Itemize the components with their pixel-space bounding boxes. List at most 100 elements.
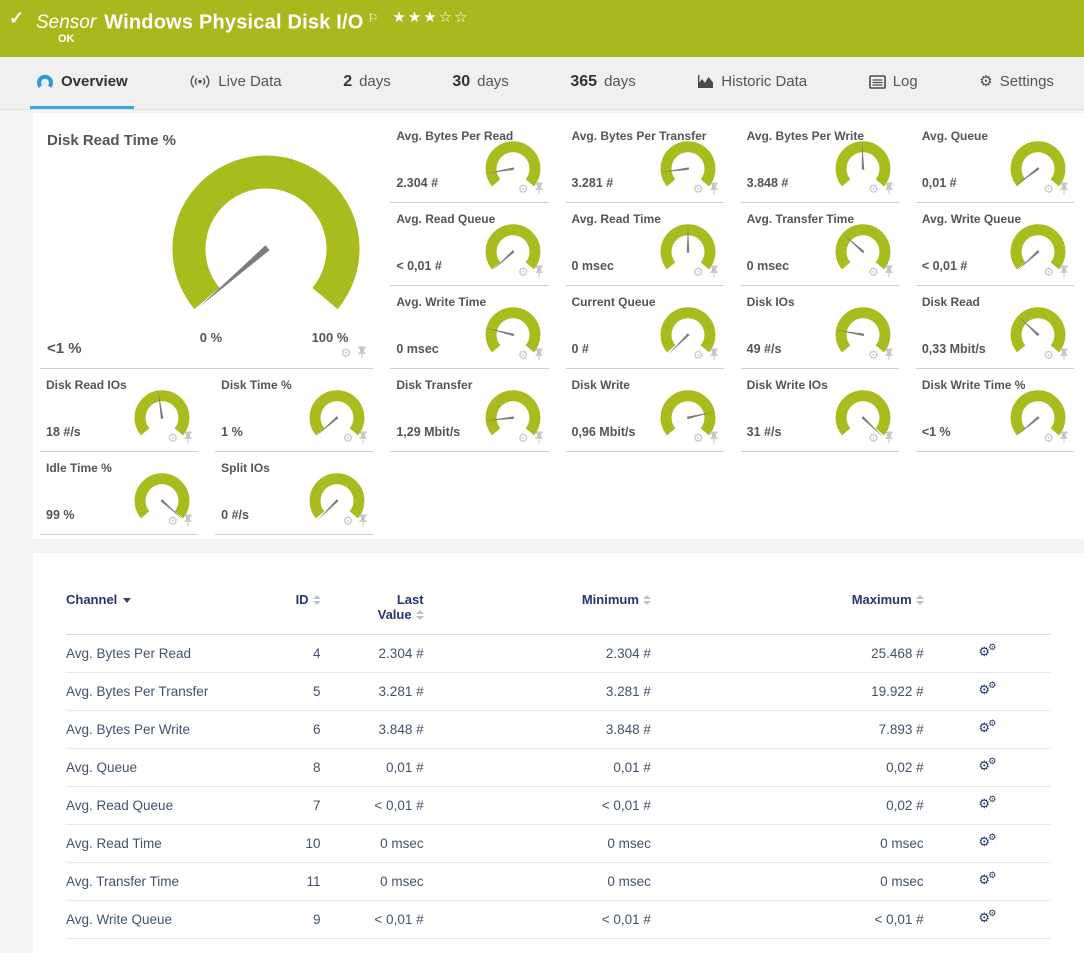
priority-stars[interactable]: ★★★☆☆ (392, 9, 469, 26)
gauge-settings-gear-icon[interactable]: ⚙ (167, 514, 178, 528)
channel-gauge[interactable]: Disk IOs 49 #/s ⚙ (741, 286, 899, 369)
channel-settings-gears-icon[interactable]: ⚙⚙ (978, 910, 996, 926)
gauge-settings-gear-icon[interactable]: ⚙ (1043, 182, 1054, 196)
favorite-flag-icon[interactable]: ⚐ (368, 11, 379, 25)
channel-gauge[interactable]: Disk Read 0,33 Mbit/s ⚙ (916, 286, 1074, 369)
channel-gauge[interactable]: Avg. Read Queue < 0,01 # ⚙ (390, 203, 548, 286)
tab-live-data[interactable]: Live Data (183, 57, 287, 109)
gauge-settings-gear-icon[interactable]: ⚙ (518, 182, 529, 196)
gauge-settings-gear-icon[interactable]: ⚙ (693, 348, 704, 362)
gauge-pin-icon[interactable] (534, 182, 544, 195)
gauge-settings-gear-icon[interactable]: ⚙ (343, 431, 354, 445)
gauge-value: 0,96 Mbit/s (572, 425, 636, 439)
gauge-pin-icon[interactable] (1059, 348, 1069, 361)
channel-settings-gears-icon[interactable]: ⚙⚙ (978, 872, 996, 888)
gauge-settings-gear-icon[interactable]: ⚙ (868, 265, 879, 279)
table-header-row: Channel ID Last Value Minimum Maximum (66, 592, 1051, 635)
column-header-edit (924, 592, 1051, 635)
gauge-pin-icon[interactable] (709, 431, 719, 444)
channel-gauge[interactable]: Idle Time % 99 % ⚙ (40, 452, 198, 535)
gauge-settings-gear-icon[interactable]: ⚙ (518, 265, 529, 279)
channel-settings-gears-icon[interactable]: ⚙⚙ (978, 682, 996, 698)
column-header-value-label: Value (378, 607, 412, 622)
channel-settings-gears-icon[interactable]: ⚙⚙ (978, 644, 996, 660)
gauge-settings-gear-icon[interactable]: ⚙ (693, 431, 704, 445)
gauge-pin-icon[interactable] (357, 346, 367, 359)
column-header-last-value[interactable]: Last Value (321, 592, 424, 635)
gauge-pin-icon[interactable] (1059, 431, 1069, 444)
gauge-settings-gear-icon[interactable]: ⚙ (868, 348, 879, 362)
tab-365-days[interactable]: 365 days (564, 57, 641, 109)
gauge-pin-icon[interactable] (884, 348, 894, 361)
gauge-pin-icon[interactable] (884, 182, 894, 195)
cell-channel: Avg. Bytes Per Read (66, 635, 258, 673)
gauge-pin-icon[interactable] (884, 431, 894, 444)
gauge-pin-icon[interactable] (709, 348, 719, 361)
column-header-minimum[interactable]: Minimum (424, 592, 651, 635)
gauge-pin-icon[interactable] (534, 431, 544, 444)
gauge-pin-icon[interactable] (183, 431, 193, 444)
channel-gauge[interactable]: Disk Transfer 1,29 Mbit/s ⚙ (390, 369, 548, 452)
channel-gauge[interactable]: Avg. Bytes Per Write 3.848 # ⚙ (741, 120, 899, 203)
gauge-settings-gear-icon[interactable]: ⚙ (167, 431, 178, 445)
gauge-settings-gear-icon[interactable]: ⚙ (868, 182, 879, 196)
gauge-settings-gear-icon[interactable]: ⚙ (518, 431, 529, 445)
channel-settings-gears-icon[interactable]: ⚙⚙ (978, 720, 996, 736)
tab-2-days[interactable]: 2 days (337, 57, 397, 109)
gauge-settings-gear-icon[interactable]: ⚙ (341, 346, 352, 360)
gauge-label: Current Queue (572, 295, 656, 309)
channel-gauge[interactable]: Avg. Write Time 0 msec ⚙ (390, 286, 548, 369)
tab-overview[interactable]: Overview (30, 57, 134, 109)
gauge-pin-icon[interactable] (534, 348, 544, 361)
gauge-pin-icon[interactable] (534, 265, 544, 278)
gauge-pin-icon[interactable] (709, 182, 719, 195)
gauge-pin-icon[interactable] (1059, 265, 1069, 278)
channel-gauge[interactable]: Avg. Queue 0,01 # ⚙ (916, 120, 1074, 203)
channel-gauge[interactable]: Current Queue 0 # ⚙ (566, 286, 724, 369)
gauge-label: Disk Write (572, 378, 630, 392)
gauge-settings-gear-icon[interactable]: ⚙ (343, 514, 354, 528)
cell-channel: Avg. Queue (66, 749, 258, 787)
page-title: Windows Physical Disk I/O (104, 11, 363, 33)
channel-gauge[interactable]: Disk Read IOs 18 #/s ⚙ (40, 369, 198, 452)
big-gauge-disk-read-time[interactable]: Disk Read Time % 0 % 100 % <1 % ⚙ (40, 120, 373, 369)
tab-historic-data[interactable]: Historic Data (691, 57, 813, 109)
channel-settings-gears-icon[interactable]: ⚙⚙ (978, 758, 996, 774)
gauge-pin-icon[interactable] (358, 514, 368, 527)
tab-30-days[interactable]: 30 days (446, 57, 514, 109)
column-header-maximum[interactable]: Maximum (651, 592, 924, 635)
gauge-pin-icon[interactable] (709, 265, 719, 278)
channel-gauge[interactable]: Avg. Bytes Per Read 2.304 # ⚙ (390, 120, 548, 203)
channel-settings-gears-icon[interactable]: ⚙⚙ (978, 796, 996, 812)
gauge-label: Disk Write IOs (747, 378, 828, 392)
gauge-pin-icon[interactable] (183, 514, 193, 527)
gauge-settings-gear-icon[interactable]: ⚙ (1043, 431, 1054, 445)
column-header-channel[interactable]: Channel (66, 592, 258, 635)
channel-gauge[interactable]: Disk Write Time % <1 % ⚙ (916, 369, 1074, 452)
gauge-value: 0,33 Mbit/s (922, 342, 986, 356)
channel-gauge[interactable]: Avg. Write Queue < 0,01 # ⚙ (916, 203, 1074, 286)
channel-gauge[interactable]: Disk Write IOs 31 #/s ⚙ (741, 369, 899, 452)
gauge-pin-icon[interactable] (358, 431, 368, 444)
tab-log[interactable]: Log (863, 57, 924, 109)
cell-maximum: 0 msec (651, 825, 924, 863)
channel-gauge[interactable]: Avg. Bytes Per Transfer 3.281 # ⚙ (566, 120, 724, 203)
channel-settings-gears-icon[interactable]: ⚙⚙ (978, 834, 996, 850)
column-header-id[interactable]: ID (258, 592, 321, 635)
gauge-settings-gear-icon[interactable]: ⚙ (1043, 348, 1054, 362)
cell-minimum: < 0,01 # (424, 901, 651, 939)
tab-settings[interactable]: ⚙ Settings (973, 57, 1060, 109)
gauge-settings-gear-icon[interactable]: ⚙ (693, 265, 704, 279)
gauge-pin-icon[interactable] (1059, 182, 1069, 195)
channel-gauge[interactable]: Avg. Transfer Time 0 msec ⚙ (741, 203, 899, 286)
gauge-settings-gear-icon[interactable]: ⚙ (1043, 265, 1054, 279)
channel-gauge[interactable]: Disk Write 0,96 Mbit/s ⚙ (566, 369, 724, 452)
gauge-settings-gear-icon[interactable]: ⚙ (693, 182, 704, 196)
channel-gauge[interactable]: Split IOs 0 #/s ⚙ (215, 452, 373, 535)
channel-gauge[interactable]: Avg. Read Time 0 msec ⚙ (566, 203, 724, 286)
gauge-settings-gear-icon[interactable]: ⚙ (868, 431, 879, 445)
channel-gauge[interactable]: Disk Time % 1 % ⚙ (215, 369, 373, 452)
gauge-settings-gear-icon[interactable]: ⚙ (518, 348, 529, 362)
gauge-label: Avg. Read Time (572, 212, 661, 226)
gauge-pin-icon[interactable] (884, 265, 894, 278)
